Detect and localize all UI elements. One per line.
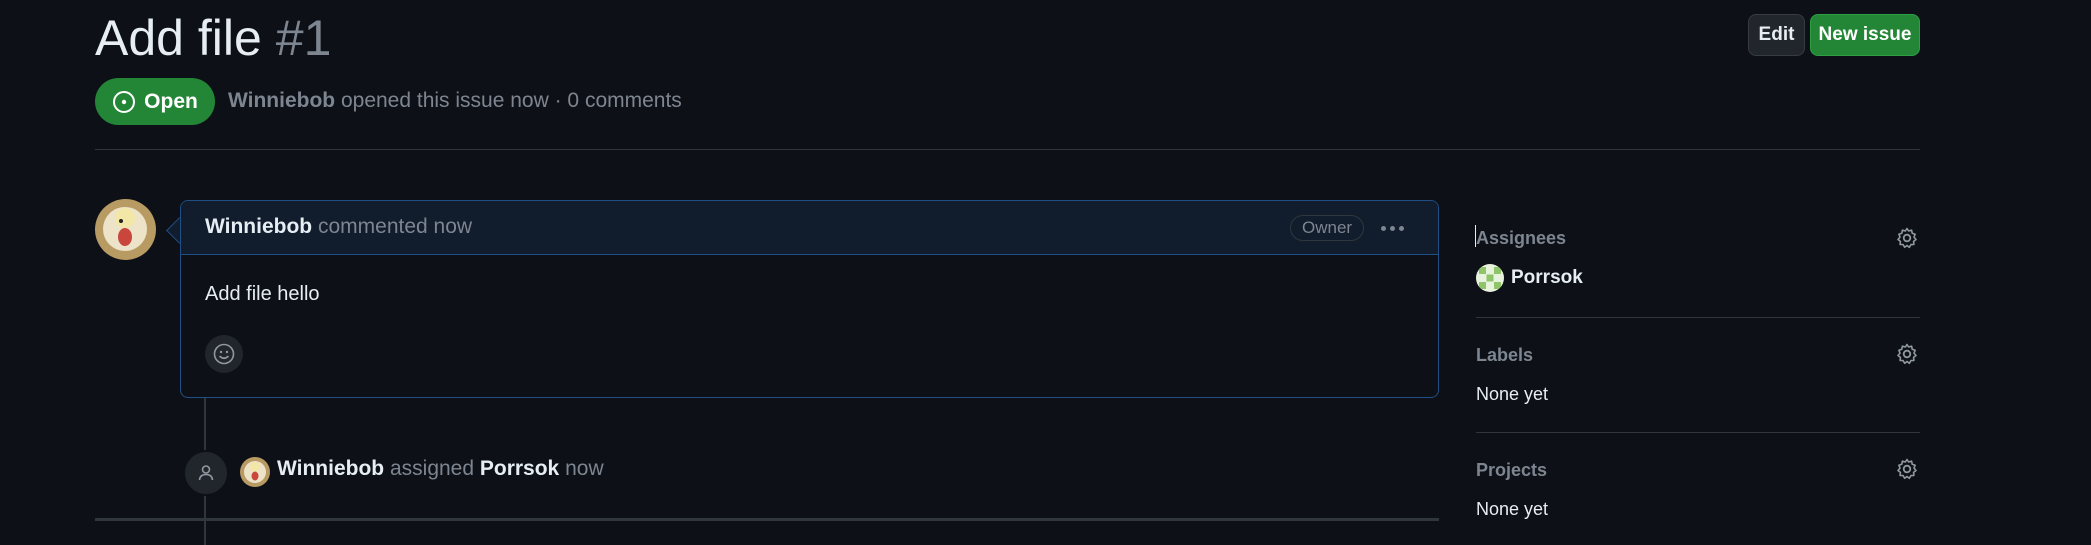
comment-author-line: Winniebob commented now bbox=[205, 215, 472, 239]
gear-icon[interactable] bbox=[1895, 342, 1919, 366]
header-divider bbox=[95, 149, 1920, 150]
timeline-badge bbox=[183, 450, 229, 496]
comment-author-link[interactable]: Winniebob bbox=[205, 215, 312, 238]
status-label: Open bbox=[144, 89, 198, 113]
assignee-avatar[interactable] bbox=[1476, 264, 1504, 292]
sidebar-divider bbox=[1476, 432, 1920, 433]
timeline-event-text: Winniebob assigned Porrsok now bbox=[277, 457, 604, 481]
assignees-heading[interactable]: Assignees bbox=[1476, 228, 1566, 249]
issue-number: #1 bbox=[275, 10, 332, 66]
labels-heading[interactable]: Labels bbox=[1476, 345, 1533, 366]
new-issue-button[interactable]: New issue bbox=[1810, 14, 1920, 56]
sidebar-divider bbox=[1476, 317, 1920, 318]
issue-author-link[interactable]: Winniebob bbox=[228, 89, 335, 112]
owner-badge: Owner bbox=[1290, 215, 1365, 241]
issue-title: Add file #1 bbox=[95, 8, 331, 68]
gear-icon[interactable] bbox=[1895, 457, 1919, 481]
person-icon bbox=[198, 465, 214, 481]
comment-body: Add file hello bbox=[205, 283, 320, 305]
issue-meta: Winniebob opened this issue now · 0 comm… bbox=[228, 89, 682, 113]
comment-action[interactable]: commented now bbox=[318, 215, 472, 238]
timeline-avatar[interactable] bbox=[240, 457, 270, 487]
projects-heading[interactable]: Projects bbox=[1476, 460, 1547, 481]
comment-box: Winniebob commented now Owner Add file h… bbox=[180, 200, 1439, 398]
kebab-icon[interactable] bbox=[1376, 215, 1408, 241]
edit-button[interactable]: Edit bbox=[1748, 14, 1805, 56]
timeline-verb: assigned bbox=[389, 457, 475, 480]
gear-icon[interactable] bbox=[1895, 226, 1919, 250]
timeline-time[interactable]: now bbox=[565, 457, 604, 480]
labels-value: None yet bbox=[1476, 384, 1549, 404]
timeline-target-link[interactable]: Porrsok bbox=[480, 457, 559, 480]
timeline-actor-link[interactable]: Winniebob bbox=[277, 457, 384, 480]
issue-open-icon bbox=[113, 90, 136, 113]
timeline-bottom-divider bbox=[95, 518, 1439, 521]
add-reaction-button[interactable] bbox=[205, 335, 243, 373]
status-badge: Open bbox=[95, 78, 215, 125]
issue-title-text: Add file bbox=[95, 10, 262, 66]
smiley-icon bbox=[213, 343, 235, 365]
issue-meta-text: opened this issue now · 0 comments bbox=[340, 89, 682, 112]
comment-header: Winniebob commented now Owner bbox=[181, 201, 1438, 255]
projects-value: None yet bbox=[1476, 499, 1549, 519]
avatar[interactable] bbox=[95, 199, 156, 260]
assignee-name-link[interactable]: Porrsok bbox=[1511, 267, 1583, 289]
